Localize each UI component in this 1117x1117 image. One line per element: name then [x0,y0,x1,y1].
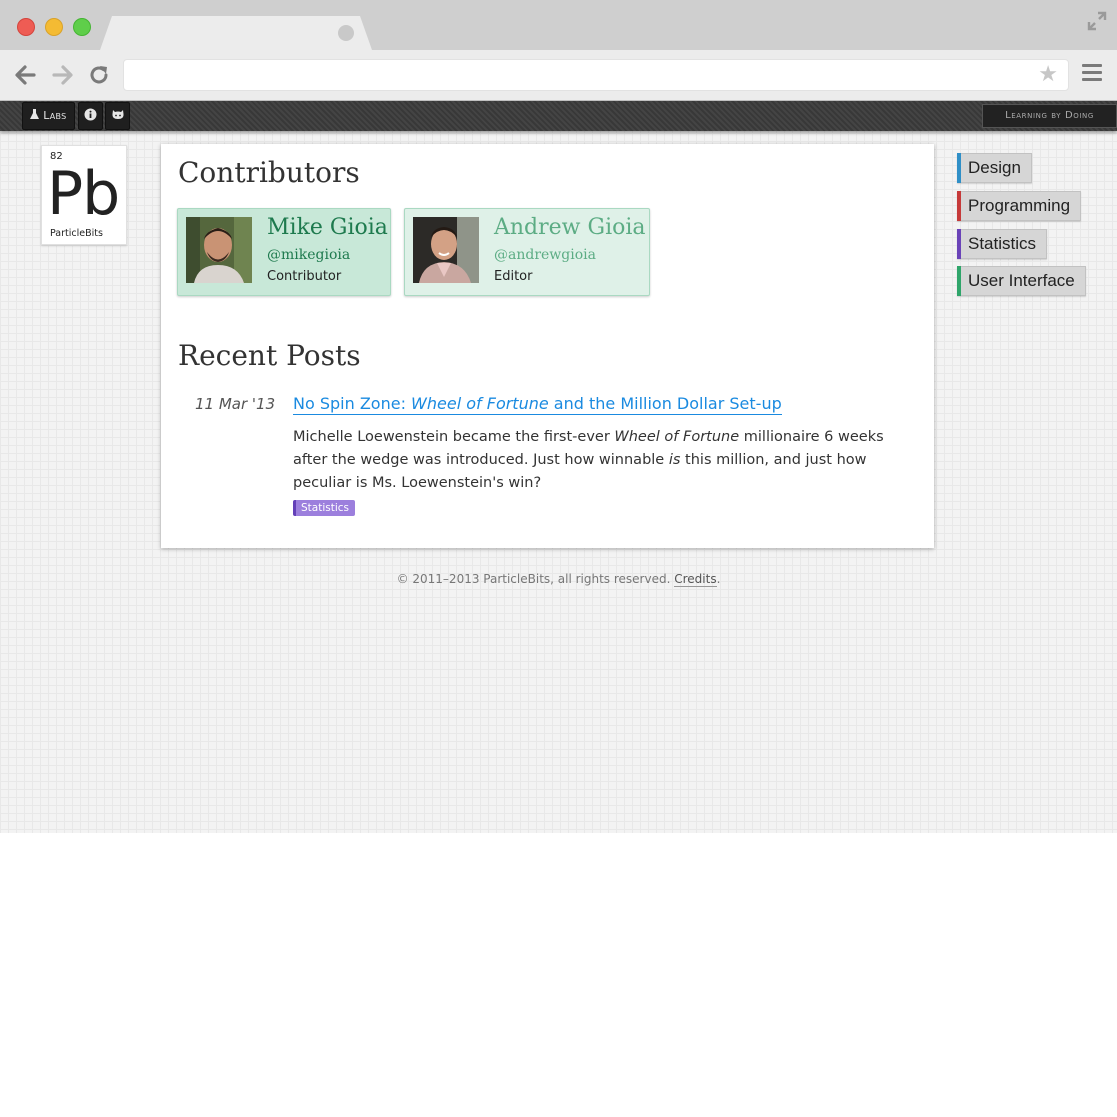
main-content-card: Contributors Mike Gioia @mikegioia Contr… [161,144,934,548]
post-tag-statistics[interactable]: Statistics [293,500,355,516]
page-footer: © 2011–2013 ParticleBits, all rights res… [0,572,1117,587]
post-title-suffix: and the Million Dollar Set-up [548,394,782,413]
github-button[interactable] [105,102,130,130]
category-button-statistics[interactable]: Statistics [957,229,1048,259]
footer-credits-link[interactable]: Credits [674,572,717,587]
category-button-design[interactable]: Design [957,153,1032,183]
recent-posts-heading: Recent Posts [178,339,361,372]
site-logo[interactable]: 82 Pb ParticleBits [41,145,127,245]
post-title-prefix: No Spin Zone: [293,394,412,413]
labs-button[interactable]: Labs [22,102,75,130]
logo-site-name: ParticleBits [50,228,103,239]
tab-close-icon[interactable] [338,25,354,41]
page-viewport: Labs Learning by Doing 82 Pb ParticleBit… [0,101,1117,833]
close-window-button[interactable] [17,18,35,36]
footer-period: . [716,572,721,586]
maximize-window-button[interactable] [73,18,91,36]
expand-icon[interactable] [1086,10,1108,32]
minimize-window-button[interactable] [45,18,63,36]
post-title-emphasis: Wheel of Fortune [411,394,549,413]
site-tagline[interactable]: Learning by Doing [982,104,1117,128]
post-excerpt: Michelle Loewenstein became the first-ev… [293,426,917,495]
browser-titlebar [0,0,1117,50]
contributors-heading: Contributors [178,156,360,189]
contributor-photo [186,217,252,283]
excerpt-emphasis: Wheel of Fortune [614,429,740,445]
github-octocat-icon [111,110,124,119]
contributor-card[interactable]: Mike Gioia @mikegioia Contributor [177,208,391,296]
contributor-role: Editor [494,269,533,284]
contributor-handle[interactable]: @mikegioia [267,247,350,263]
footer-copyright: © 2011–2013 ParticleBits, all rights res… [396,572,675,586]
avatar[interactable] [413,217,479,283]
contributor-name[interactable]: Mike Gioia [267,215,388,240]
avatar[interactable] [186,217,252,283]
info-button[interactable] [78,102,103,130]
flask-icon [30,109,40,119]
contributor-photo [413,217,479,283]
post-date: 11 Mar '13 [195,395,276,413]
post-title-link[interactable]: No Spin Zone: Wheel of Fortune and the M… [293,394,782,415]
arrow-right-icon[interactable] [50,62,76,88]
excerpt-text: Michelle Loewenstein became the first-ev… [293,429,615,445]
contributor-card[interactable]: Andrew Gioia @andrewgioia Editor [404,208,650,296]
labs-label: Labs [43,109,67,122]
star-icon[interactable]: ★ [1038,64,1058,86]
browser-tab[interactable] [100,16,372,50]
address-bar[interactable]: ★ [123,59,1069,91]
browser-toolbar: ★ [0,50,1117,101]
contributor-name[interactable]: Andrew Gioia [494,215,646,240]
arrow-left-icon[interactable] [12,62,38,88]
site-topbar: Labs Learning by Doing [0,101,1117,131]
logo-symbol: Pb [47,159,120,229]
contributor-handle[interactable]: @andrewgioia [494,247,596,263]
category-button-programming[interactable]: Programming [957,191,1082,221]
category-button-user-interface[interactable]: User Interface [957,266,1086,296]
reload-icon[interactable] [86,62,112,88]
excerpt-emphasis: is [668,452,681,468]
contributor-role: Contributor [267,269,342,284]
info-icon [84,108,97,121]
hamburger-menu-icon[interactable] [1082,64,1102,84]
